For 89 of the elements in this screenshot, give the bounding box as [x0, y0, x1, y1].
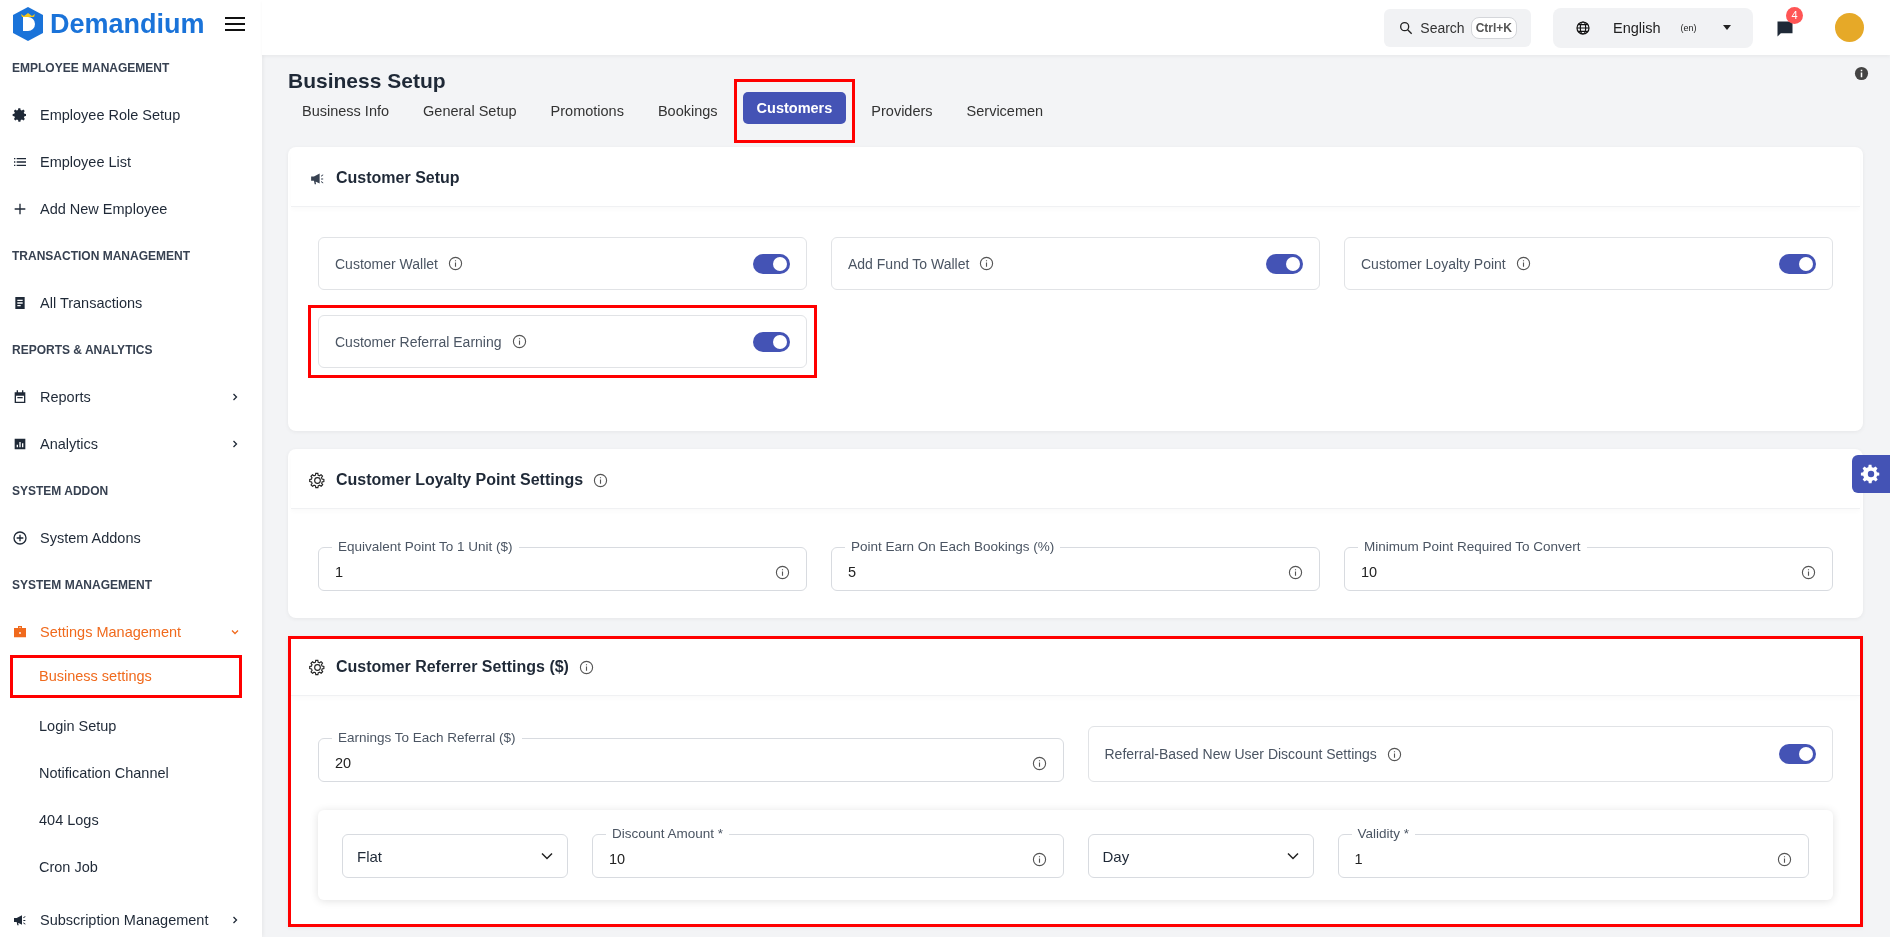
language-select[interactable]: English (en) — [1553, 7, 1753, 48]
tab[interactable]: Bookings — [643, 95, 732, 127]
settings-button[interactable] — [1852, 455, 1890, 493]
calendar-icon — [12, 388, 28, 405]
tab[interactable]: Servicemen — [952, 95, 1058, 127]
info-icon[interactable] — [578, 659, 594, 675]
field-value: 10 — [1361, 564, 1379, 580]
toggle-switch[interactable] — [1266, 253, 1303, 274]
sidebar-item[interactable]: Reports — [0, 373, 262, 420]
sidebar-subitem[interactable]: 404 Logs — [10, 802, 242, 839]
globe-icon — [1575, 19, 1591, 36]
field-label: Minimum Point Required To Convert — [1358, 539, 1587, 555]
info-icon[interactable] — [1801, 564, 1816, 580]
info-icon[interactable] — [1386, 746, 1402, 762]
tab[interactable]: Providers — [857, 95, 947, 127]
field-value: 10 — [609, 851, 627, 867]
setting-label: Customer Referral Earning — [335, 333, 502, 350]
info-icon[interactable] — [511, 334, 527, 349]
field-label: Equivalent Point To 1 Unit ($) — [332, 539, 519, 555]
info-icon[interactable] — [775, 564, 790, 580]
field-label: Point Earn On Each Bookings (%) — [845, 539, 1061, 555]
sidebar-item[interactable]: All Transactions — [0, 279, 262, 326]
field-value: 1 — [1354, 851, 1364, 867]
sidebar-subitem[interactable]: Notification Channel — [10, 755, 242, 792]
setting-label: Referral-Based New User Discount Settings — [1104, 746, 1377, 762]
document-icon — [12, 294, 28, 311]
search-button[interactable]: Search Ctrl+K — [1384, 8, 1531, 47]
briefcase-icon — [12, 623, 28, 640]
info-icon[interactable] — [447, 256, 463, 271]
search-icon — [1398, 19, 1415, 36]
toggle-switch[interactable] — [753, 331, 790, 352]
language-code: (en) — [1680, 22, 1697, 33]
notification-count: 4 — [1786, 6, 1803, 24]
card-title: Customer Referrer Settings ($) — [336, 658, 569, 676]
info-icon[interactable] — [979, 256, 995, 271]
sidebar-item[interactable]: Employee Role Setup — [0, 91, 262, 138]
field-value: 20 — [335, 755, 353, 771]
sidebar-heading: SYSTEM MANAGEMENT — [12, 577, 152, 592]
sidebar-heading: TRANSACTION MANAGEMENT — [12, 248, 190, 263]
field-value: 5 — [848, 564, 858, 580]
setting-label: Add Fund To Wallet — [848, 255, 970, 272]
field-label: Earnings To Each Referral ($) — [332, 730, 522, 746]
tab[interactable]: Business Info — [288, 95, 404, 127]
toggle-switch[interactable] — [1779, 744, 1816, 764]
select-field[interactable]: Day — [1087, 834, 1314, 878]
info-icon[interactable] — [1031, 755, 1047, 771]
select-value: Flat — [357, 847, 382, 865]
field-value: 1 — [335, 564, 345, 580]
search-label: Search — [1420, 19, 1465, 36]
setting-label: Customer Wallet — [335, 255, 438, 272]
toggle-switch[interactable] — [753, 253, 790, 274]
sidebar-subitem[interactable]: Cron Job — [10, 849, 242, 886]
info-icon[interactable] — [1854, 65, 1869, 81]
info-icon[interactable] — [1515, 256, 1531, 271]
info-icon[interactable] — [1288, 564, 1303, 580]
select-field[interactable]: Flat — [342, 834, 568, 878]
language-label: English — [1613, 19, 1661, 36]
info-icon[interactable] — [593, 472, 609, 488]
card-title: Customer Setup — [336, 169, 460, 187]
sidebar-heading: REPORTS & ANALYTICS — [12, 342, 153, 357]
brand-name: Demandium — [50, 8, 205, 40]
tab[interactable]: General Setup — [409, 95, 531, 127]
chevron-icon — [541, 852, 553, 860]
settings-icon — [309, 471, 326, 489]
sidebar-heading: EMPLOYEE MANAGEMENT — [12, 60, 170, 75]
tab[interactable]: Customers — [742, 92, 847, 124]
field-label: Validity * — [1351, 826, 1416, 842]
sidebar-item[interactable]: Subscription Management — [0, 896, 262, 937]
tab[interactable]: Promotions — [536, 95, 638, 127]
settings-icon — [309, 658, 326, 676]
logo-icon — [12, 6, 44, 42]
select-value: Day — [1102, 847, 1130, 865]
sidebar-item[interactable]: Employee List — [0, 138, 262, 185]
gear-icon — [12, 106, 28, 123]
chevron-icon — [1286, 852, 1299, 860]
settings-icon — [1860, 463, 1882, 485]
info-icon[interactable] — [1777, 851, 1792, 867]
shortcut-hint: Ctrl+K — [1470, 16, 1517, 39]
sidebar-item[interactable]: Analytics — [0, 420, 262, 467]
setting-label: Customer Loyalty Point — [1361, 255, 1506, 272]
toggle-switch[interactable] — [1779, 253, 1816, 274]
sidebar-item[interactable]: Add New Employee — [0, 185, 262, 232]
page-title: Business Setup — [288, 69, 446, 93]
sidebar-item[interactable]: System Addons — [0, 514, 262, 561]
caret-icon — [1723, 25, 1731, 30]
card-title: Customer Loyalty Point Settings — [336, 471, 584, 489]
sidebar-subitem[interactable]: Login Setup — [10, 708, 242, 745]
info-icon[interactable] — [1031, 851, 1047, 867]
sidebar-heading: SYSTEM ADDON — [12, 483, 109, 498]
